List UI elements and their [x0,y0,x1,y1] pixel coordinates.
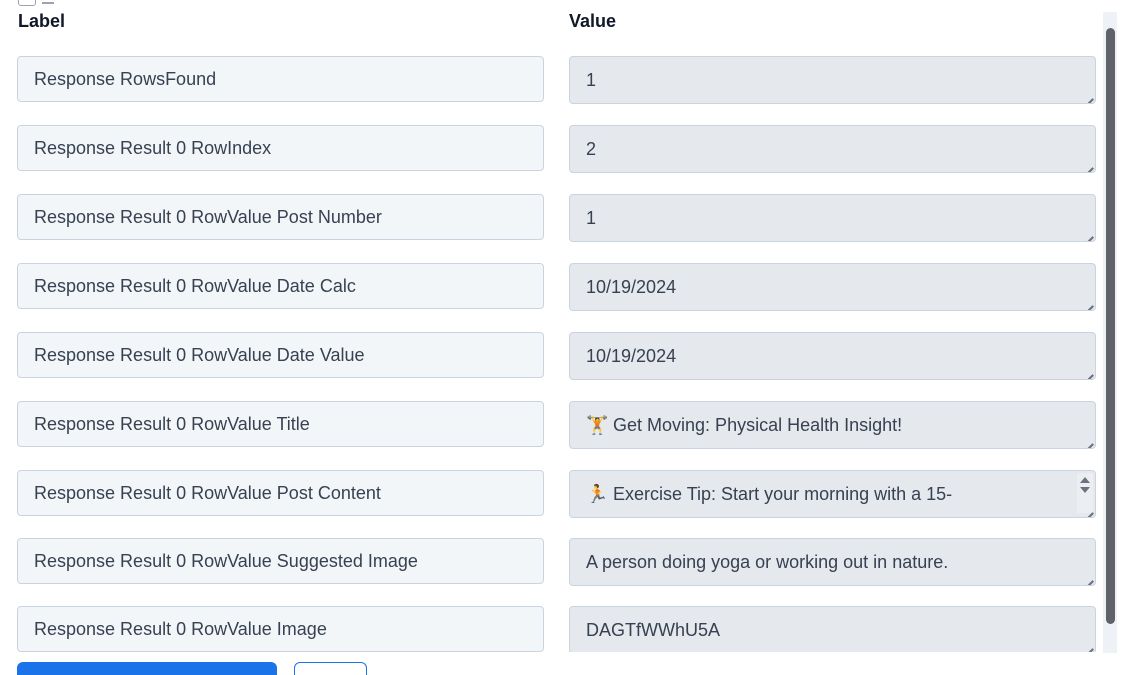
field-row: Response Result 0 RowValue Date Value 10… [0,332,1100,380]
label-input[interactable]: Response Result 0 RowValue Image [17,606,544,652]
field-row: Response Result 0 RowIndex 2 [0,125,1100,173]
value-textarea[interactable]: 🏋 Get Moving: Physical Health Insight! [569,401,1096,449]
value-text: 2 [586,139,597,159]
value-text: 10/19/2024 [586,277,677,297]
scroll-down-arrow-icon[interactable] [1080,487,1090,493]
value-text: Exercise Tip: Start your morning with a … [613,484,953,504]
field-row: Response Result 0 RowValue Image DAGTfWW… [0,606,1100,652]
value-textarea[interactable]: DAGTfWWhU5A [569,606,1096,652]
scroll-up-arrow-icon[interactable] [1080,477,1090,483]
resize-grip-icon[interactable] [1081,434,1093,446]
field-row: Response RowsFound 1 [0,56,1100,104]
field-row: Response Result 0 RowValue Date Calc 10/… [0,263,1100,311]
resize-grip-icon[interactable] [1081,503,1093,515]
label-input[interactable]: Response Result 0 RowValue Title [17,401,544,447]
label-input[interactable]: Response RowsFound [17,56,544,102]
field-row: Response Result 0 RowValue Post Content … [0,470,1100,518]
resize-grip-icon[interactable] [1081,158,1093,170]
value-text: 1 [586,70,597,90]
label-input[interactable]: Response Result 0 RowIndex [17,125,544,171]
weightlifter-emoji-icon: 🏋 [586,415,609,435]
value-textarea[interactable]: A person doing yoga or working out in na… [569,538,1096,586]
resize-grip-icon[interactable] [1081,571,1093,583]
field-rows-list: Response RowsFound 1 Response Result 0 R… [0,0,1100,652]
value-textarea[interactable]: 1 [569,194,1096,242]
resize-grip-icon[interactable] [1081,365,1093,377]
label-input[interactable]: Response Result 0 RowValue Post Content [17,470,544,516]
label-input[interactable]: Response Result 0 RowValue Date Calc [17,263,544,309]
value-textarea[interactable]: 10/19/2024 [569,332,1096,380]
secondary-action-button[interactable] [294,662,367,675]
primary-action-button[interactable] [17,662,277,675]
value-textarea[interactable]: 2 [569,125,1096,173]
value-textarea[interactable]: 🏃 Exercise Tip: Start your morning with … [569,470,1096,518]
runner-emoji-icon: 🏃 [586,484,609,504]
label-input[interactable]: Response Result 0 RowValue Post Number [17,194,544,240]
field-row: Response Result 0 RowValue Title 🏋 Get M… [0,401,1100,449]
value-text: 10/19/2024 [586,346,677,366]
resize-grip-icon[interactable] [1081,89,1093,101]
label-input[interactable]: Response Result 0 RowValue Suggested Ima… [17,538,544,584]
value-text: A person doing yoga or working out in na… [586,552,949,572]
field-row: Response Result 0 RowValue Post Number 1 [0,194,1100,242]
resize-grip-icon[interactable] [1081,296,1093,308]
resize-grip-icon[interactable] [1081,639,1093,651]
value-text: Get Moving: Physical Health Insight! [613,415,903,435]
label-input[interactable]: Response Result 0 RowValue Date Value [17,332,544,378]
field-row: Response Result 0 RowValue Suggested Ima… [0,538,1100,586]
value-text: 1 [586,208,597,228]
value-text: DAGTfWWhU5A [586,620,721,640]
fields-mapping-panel: Label Value Response RowsFound 1 Respons… [0,0,1125,675]
resize-grip-icon[interactable] [1081,227,1093,239]
panel-scrollbar-thumb[interactable] [1106,28,1115,624]
value-textarea[interactable]: 10/19/2024 [569,263,1096,311]
value-textarea[interactable]: 1 [569,56,1096,104]
